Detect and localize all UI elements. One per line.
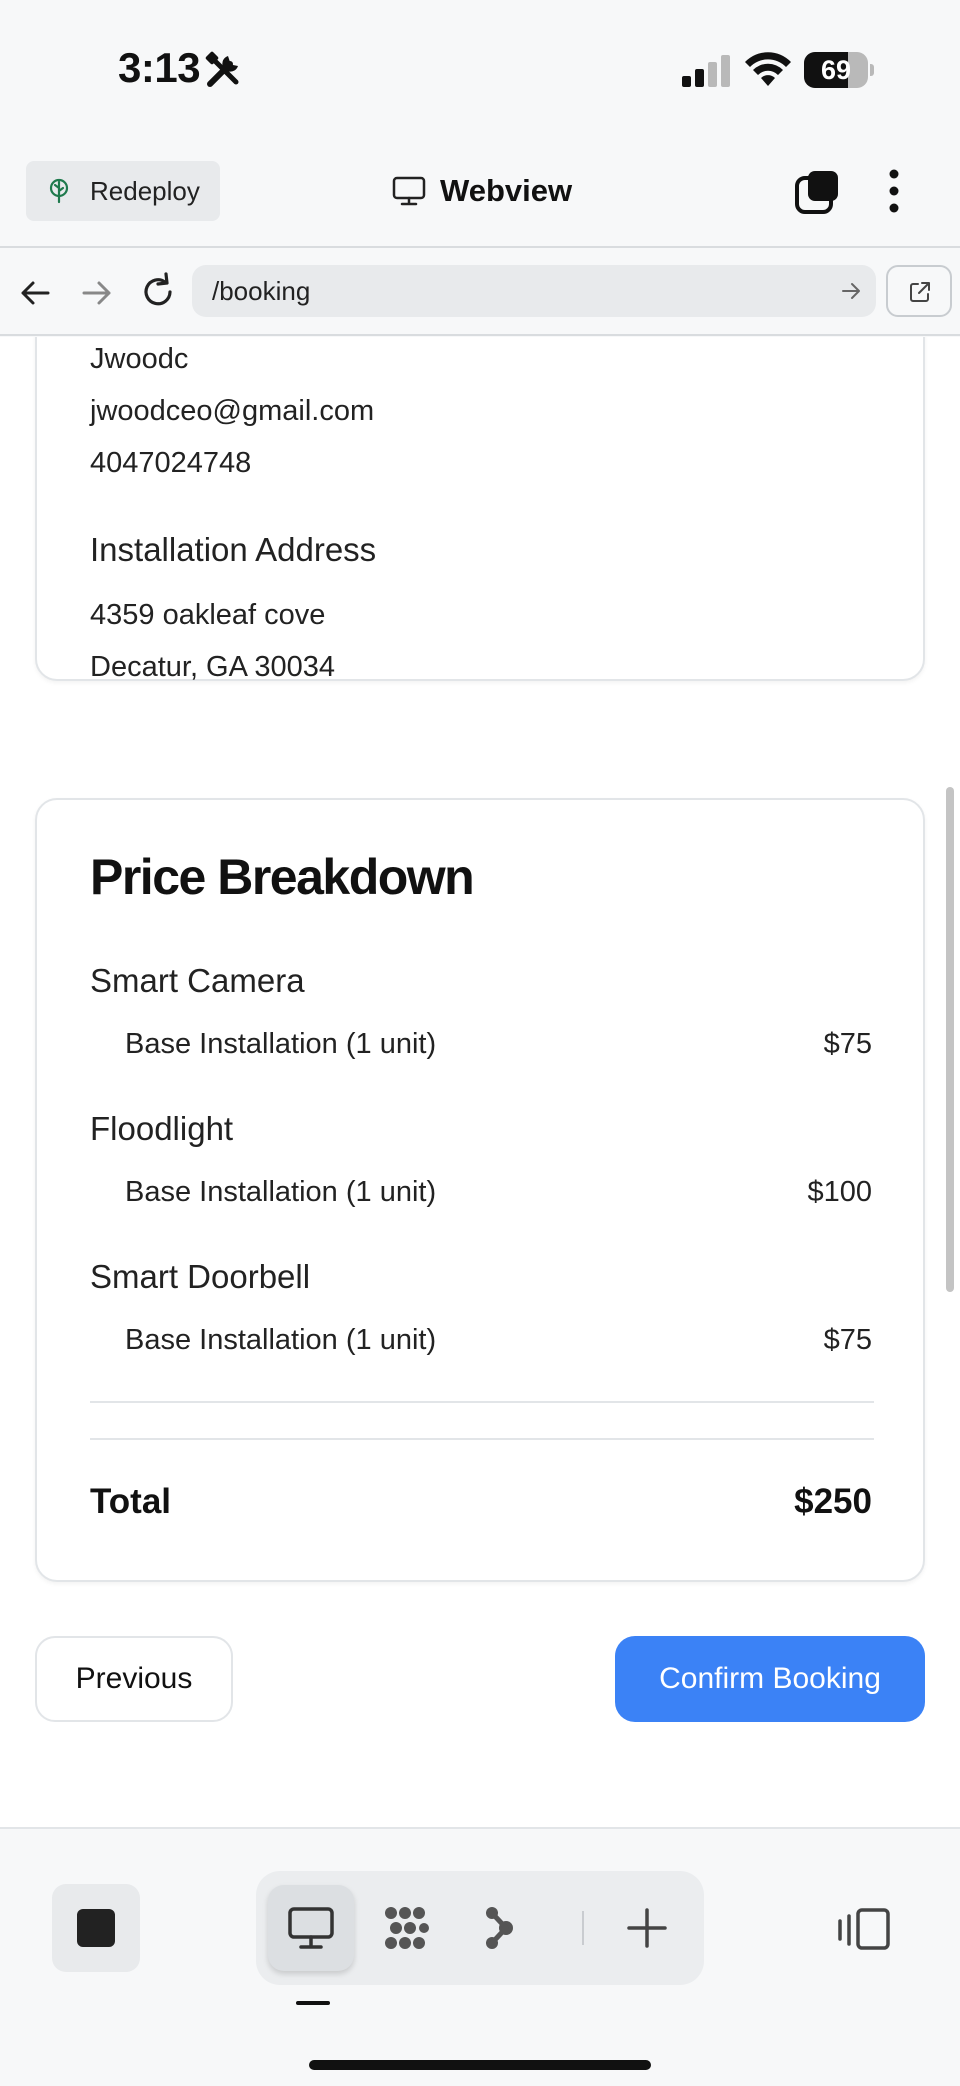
price-item-value: $75 <box>823 1028 872 1060</box>
wifi-icon <box>745 52 791 86</box>
status-time: 3:13 <box>118 44 201 91</box>
webview-title: Webview <box>392 168 572 214</box>
price-group-name: Smart Camera <box>90 962 305 999</box>
webview-content: Jwoodc jwoodceo@gmail.com 4047024748 Ins… <box>0 337 960 1827</box>
total-label: Total <box>90 1482 172 1521</box>
tab-webview[interactable] <box>268 1885 354 1971</box>
toolbar-divider <box>582 1911 584 1945</box>
contact-phone: 4047024748 <box>90 447 252 479</box>
address-line-1: 4359 oakleaf cove <box>90 599 326 631</box>
url-text: /booking <box>212 275 311 306</box>
total-value: $250 <box>794 1482 872 1521</box>
view-switcher <box>256 1871 704 1985</box>
tab-branch[interactable] <box>456 1885 542 1971</box>
redeploy-button[interactable]: Redeploy <box>26 161 220 221</box>
reload-icon[interactable] <box>140 272 176 310</box>
redeploy-label: Redeploy <box>90 175 200 206</box>
devices-icon[interactable] <box>836 1907 892 1951</box>
price-breakdown-title: Price Breakdown <box>90 849 475 905</box>
more-vertical-icon[interactable] <box>878 166 910 216</box>
add-tab-button[interactable] <box>604 1885 690 1971</box>
stop-button[interactable] <box>52 1884 140 1972</box>
price-group-name: Smart Doorbell <box>90 1258 311 1295</box>
arrow-right-small-icon[interactable] <box>840 280 862 302</box>
arrow-right-icon[interactable] <box>80 276 114 310</box>
arrow-left-icon[interactable] <box>18 276 52 310</box>
status-bar: 3:13 69 <box>0 0 960 140</box>
url-bar: /booking <box>0 250 960 336</box>
open-external-button[interactable] <box>886 265 952 317</box>
price-item-value: $100 <box>807 1176 872 1208</box>
url-input[interactable]: /booking <box>192 265 876 317</box>
monitor-icon <box>392 176 426 206</box>
home-indicator <box>309 2060 651 2070</box>
tabs-icon[interactable] <box>794 169 840 215</box>
price-group-name: Floodlight <box>90 1110 234 1147</box>
tab-grid[interactable] <box>362 1885 448 1971</box>
battery-icon: 69 <box>804 52 874 88</box>
stop-icon <box>77 1909 115 1947</box>
previous-button[interactable]: Previous <box>35 1636 233 1722</box>
confirm-booking-button[interactable]: Confirm Booking <box>615 1636 925 1722</box>
divider <box>90 1438 874 1440</box>
contact-email: jwoodceo@gmail.com <box>90 395 375 427</box>
price-item-value: $75 <box>823 1324 872 1356</box>
plus-icon <box>627 1908 667 1948</box>
monitor-icon <box>288 1907 334 1949</box>
active-tab-indicator <box>296 2001 330 2005</box>
price-breakdown-card: Price Breakdown Smart Camera Base Instal… <box>35 798 925 1582</box>
app-header: Redeploy Webview <box>0 140 960 248</box>
signal-icon <box>682 55 730 87</box>
external-link-icon <box>910 282 930 302</box>
app-screen: 3:13 69 Redeploy Webview /booking Jwoodc… <box>0 0 960 2086</box>
price-item-label: Base Installation (1 unit) <box>125 1028 437 1060</box>
dots-grid-icon <box>385 1907 429 1949</box>
price-item-label: Base Installation (1 unit) <box>125 1176 437 1208</box>
address-line-2: Decatur, GA 30034 <box>90 651 336 683</box>
contact-name: Jwoodc <box>90 343 189 375</box>
price-item-label: Base Installation (1 unit) <box>125 1324 437 1356</box>
contact-card: Jwoodc jwoodceo@gmail.com 4047024748 Ins… <box>35 337 925 683</box>
scrollbar-thumb[interactable] <box>946 787 954 1292</box>
bottom-toolbar <box>0 1827 960 2086</box>
address-heading: Installation Address <box>90 531 377 568</box>
battery-percent: 69 <box>820 55 852 85</box>
page-title: Webview <box>440 173 573 208</box>
divider <box>90 1401 874 1403</box>
tools-icon <box>205 51 239 87</box>
tree-icon <box>49 178 69 204</box>
branch-icon <box>486 1907 513 1949</box>
